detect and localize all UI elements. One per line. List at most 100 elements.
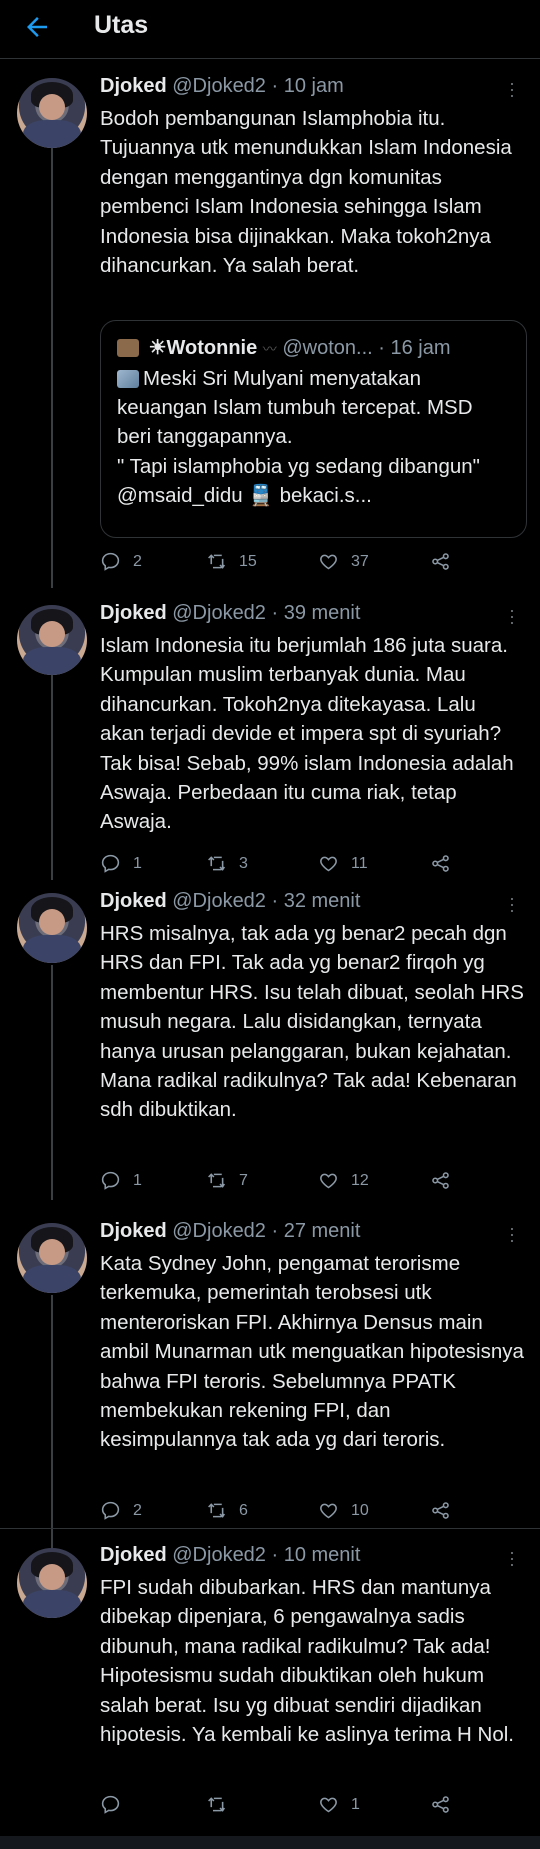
quoted-tweet[interactable]: ☀Wotonnie 〰 @woton... · 16 jam Meski Sri… [100,320,527,538]
share-button[interactable] [430,853,451,874]
tweet-header: Djoked @Djoked2 · 10 jam [100,75,344,98]
reply-button[interactable]: 1 [100,853,142,874]
avatar[interactable] [17,605,87,675]
tweet-text: Islam Indonesia itu berjumlah 186 juta s… [100,634,514,834]
tweet-actions: 1 [100,1794,520,1818]
share-button[interactable] [430,1170,451,1191]
reply-count: 2 [133,1501,142,1519]
bottom-bar [0,1836,540,1849]
author-name[interactable]: Djoked [100,1220,167,1242]
retweet-icon [208,856,226,871]
heart-icon [320,1503,337,1519]
timestamp[interactable]: · 10 menit [272,1544,361,1566]
emoji-icon [117,339,139,357]
retweet-button[interactable]: 3 [206,853,248,874]
reply-count: 1 [133,854,142,872]
more-options-icon[interactable]: · · · [502,889,522,919]
tweet-header: Djoked @Djoked2 · 27 menit [100,1220,360,1243]
tweet-actions: 2 6 10 [100,1500,520,1524]
quoted-tweet-text: Meski Sri Mulyani menyatakan keuangan Is… [117,367,480,507]
heart-icon [320,1173,337,1189]
verified-icon: 〰 [262,341,277,357]
retweet-icon [208,1173,226,1188]
reply-button[interactable]: 2 [100,1500,142,1521]
timestamp[interactable]: · 32 menit [272,890,361,912]
reply-icon [101,1171,120,1190]
retweet-button[interactable]: 6 [206,1500,248,1521]
author-handle[interactable]: @Djoked2 [172,1544,266,1566]
tweet-text: Kata Sydney John, pengamat terorisme ter… [100,1252,524,1452]
page-title: Utas [94,11,149,39]
author-handle[interactable]: @Djoked2 [172,1220,266,1242]
avatar[interactable] [17,78,87,148]
timestamp[interactable]: · 27 menit [272,1220,361,1242]
arrow-left-icon[interactable] [22,12,52,42]
retweet-count: 6 [239,1501,248,1519]
thread-line [51,1295,53,1555]
tweet-text: HRS misalnya, tak ada yg benar2 pecah dg… [100,922,524,1122]
tweet-divider [0,1528,540,1529]
more-options-icon[interactable]: · · · [502,1219,522,1249]
heart-icon [320,554,337,570]
timestamp[interactable]: · 39 menit [272,602,361,624]
retweet-count: 3 [239,854,248,872]
retweet-icon [208,1503,226,1518]
more-options-icon[interactable]: · · · [502,601,522,631]
retweet-icon [208,554,226,569]
reply-button[interactable]: 2 [100,551,142,572]
tweet-header: Djoked @Djoked2 · 10 menit [100,1544,360,1567]
like-count: 10 [351,1501,369,1519]
like-count: 11 [351,854,368,872]
retweet-count: 15 [239,552,257,570]
share-button[interactable] [430,551,451,572]
like-button[interactable]: 12 [318,1170,369,1191]
quoted-author-name: ☀Wotonnie [148,337,258,359]
train-emoji-icon [117,370,139,388]
retweet-button[interactable]: 7 [206,1170,248,1191]
like-button[interactable]: 11 [318,853,368,874]
retweet-button[interactable]: 15 [206,551,257,572]
avatar[interactable] [17,1548,87,1618]
thread-line [51,965,53,1200]
retweet-icon [208,1797,226,1812]
like-count: 37 [351,552,369,570]
like-button[interactable]: 1 [318,1794,360,1815]
share-icon [432,1172,449,1189]
share-icon [432,855,449,872]
more-options-icon[interactable]: · · · [502,74,522,104]
author-name[interactable]: Djoked [100,890,167,912]
author-name[interactable]: Djoked [100,75,167,97]
author-handle[interactable]: @Djoked2 [172,890,266,912]
share-button[interactable] [430,1794,451,1815]
like-count: 1 [351,1795,360,1813]
reply-count: 2 [133,552,142,570]
share-icon [432,553,449,570]
reply-button[interactable]: 1 [100,1170,142,1191]
heart-icon [320,856,337,872]
like-button[interactable]: 10 [318,1500,369,1521]
author-name[interactable]: Djoked [100,1544,167,1566]
tweet-text: Bodoh pembangunan Islamphobia itu. Tujua… [100,107,512,278]
thread-line [51,148,53,588]
quoted-tweet-header: ☀Wotonnie 〰 @woton... · 16 jam [117,335,451,360]
quoted-timestamp: · 16 jam [378,337,451,359]
avatar[interactable] [17,893,87,963]
reply-icon [101,1795,120,1814]
author-handle[interactable]: @Djoked2 [172,602,266,624]
tweet-actions: 2 15 37 [100,551,520,575]
quoted-author-handle: @woton... [282,337,373,359]
reply-icon [101,552,120,571]
retweet-button[interactable] [206,1794,239,1815]
share-button[interactable] [430,1500,451,1521]
author-name[interactable]: Djoked [100,602,167,624]
heart-icon [320,1797,337,1813]
timestamp[interactable]: · 10 jam [272,75,344,97]
share-icon [432,1796,449,1813]
tweet-actions: 1 7 12 [100,1170,520,1194]
more-options-icon[interactable]: · · · [502,1543,522,1573]
reply-button[interactable] [100,1794,133,1815]
author-handle[interactable]: @Djoked2 [172,75,266,97]
like-button[interactable]: 37 [318,551,369,572]
avatar[interactable] [17,1223,87,1293]
reply-icon [101,1501,120,1520]
